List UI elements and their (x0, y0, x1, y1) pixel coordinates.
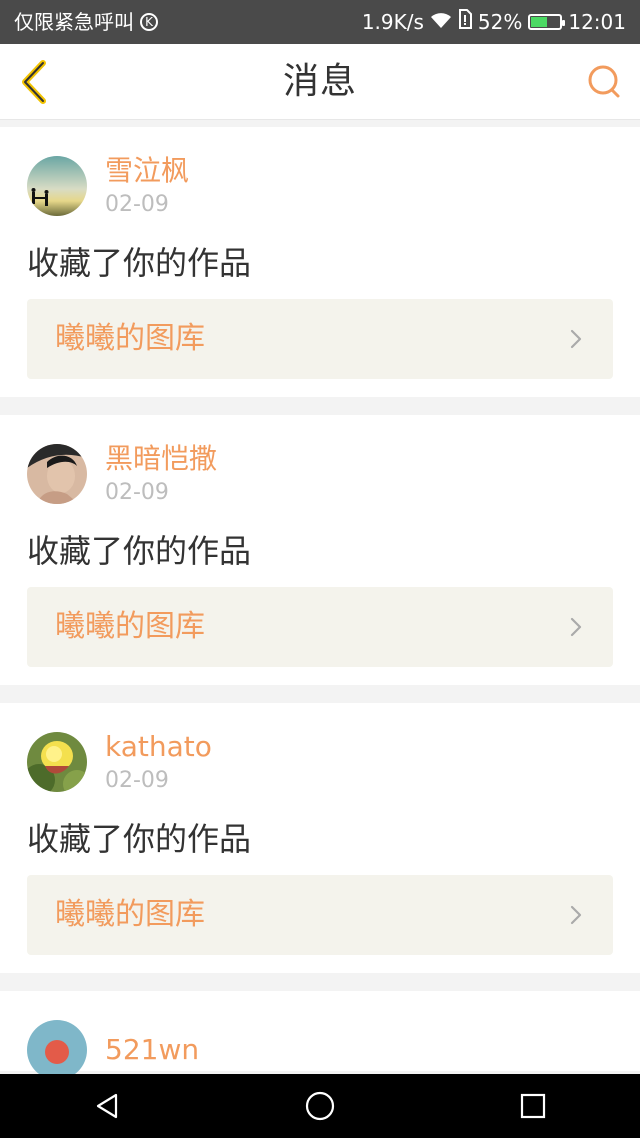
username[interactable]: kathato (105, 730, 212, 764)
avatar-image (27, 1020, 87, 1080)
sim-icon-svg (458, 9, 472, 29)
gallery-name: 曦曦的图库 (55, 321, 205, 356)
clock: 12:01 (568, 10, 626, 34)
status-left: 仅限紧急呼叫 K (14, 0, 158, 44)
chevron-right-icon (565, 328, 587, 350)
k-icon: K (140, 13, 158, 31)
username[interactable]: 521wn (105, 1033, 199, 1067)
message-feed: 雪泣枫 02-09 收藏了你的作品 曦曦的图库 黑暗恺撒 02-09 收藏了你的… (0, 127, 640, 1080)
network-speed: 1.9K/s (361, 10, 424, 34)
nav-back-icon (96, 1093, 117, 1119)
sim-icon (458, 0, 472, 44)
nav-back-button[interactable] (77, 1076, 137, 1136)
gallery-link[interactable]: 曦曦的图库 (27, 299, 613, 379)
k-icon-letter: K (145, 15, 153, 29)
gallery-name: 曦曦的图库 (55, 609, 205, 644)
chevron-right-icon (565, 904, 587, 926)
message-card: 黑暗恺撒 02-09 收藏了你的作品 曦曦的图库 (0, 415, 640, 685)
chevron-right-svg (570, 905, 582, 925)
action-text: 收藏了你的作品 (27, 244, 252, 282)
nav-home-icon (305, 1091, 335, 1121)
nav-recent-icon (521, 1093, 546, 1119)
message-header: 雪泣枫 02-09 (27, 154, 613, 218)
gallery-name: 曦曦的图库 (55, 897, 205, 932)
page-title: 消息 (282, 61, 357, 102)
battery-percent: 52% (477, 10, 523, 34)
user-meta: kathato 02-09 (105, 730, 212, 794)
message-header: kathato 02-09 (27, 730, 613, 794)
avatar-image (27, 732, 87, 792)
message-card-partial: 521wn (0, 991, 640, 1080)
avatar[interactable] (27, 156, 87, 216)
navigation-bar (0, 1074, 640, 1138)
action-text: 收藏了你的作品 (27, 532, 252, 570)
status-right: 1.9K/s 52% 12:01 (362, 0, 626, 44)
avatar[interactable] (27, 732, 87, 792)
nav-home-button[interactable] (290, 1076, 350, 1136)
chevron-right-svg (570, 329, 582, 349)
username[interactable]: 黑暗恺撒 (105, 442, 217, 476)
wifi-icon (430, 0, 452, 44)
message-header: 521wn (27, 1019, 613, 1081)
wifi-icon-svg (430, 13, 451, 28)
emergency-call-text: 仅限紧急呼叫 (14, 10, 134, 34)
chevron-right-icon (565, 616, 587, 638)
search-icon (588, 65, 620, 98)
username[interactable]: 雪泣枫 (105, 154, 189, 188)
header: 消息 (0, 44, 640, 120)
message-date: 02-09 (105, 768, 169, 793)
avatar[interactable] (27, 1020, 87, 1080)
user-meta: 521wn (105, 1033, 199, 1067)
avatar[interactable] (27, 444, 87, 504)
message-date: 02-09 (105, 192, 169, 217)
nav-recent-button[interactable] (503, 1076, 563, 1136)
avatar-image (27, 156, 87, 216)
chevron-right-svg (570, 617, 582, 637)
message-date: 02-09 (105, 480, 169, 505)
action-text: 收藏了你的作品 (27, 820, 252, 858)
status-bar: 仅限紧急呼叫 K 1.9K/s 52% 12:01 (0, 0, 640, 44)
user-meta: 雪泣枫 02-09 (105, 154, 189, 218)
message-card: kathato 02-09 收藏了你的作品 曦曦的图库 (0, 703, 640, 973)
avatar-image (27, 444, 87, 504)
gallery-link[interactable]: 曦曦的图库 (27, 875, 613, 955)
battery-icon (528, 14, 566, 30)
message-header: 黑暗恺撒 02-09 (27, 442, 613, 506)
battery-fill (531, 17, 548, 27)
search-button[interactable] (582, 60, 626, 104)
gallery-link[interactable]: 曦曦的图库 (27, 587, 613, 667)
message-card: 雪泣枫 02-09 收藏了你的作品 曦曦的图库 (0, 127, 640, 397)
user-meta: 黑暗恺撒 02-09 (105, 442, 217, 506)
